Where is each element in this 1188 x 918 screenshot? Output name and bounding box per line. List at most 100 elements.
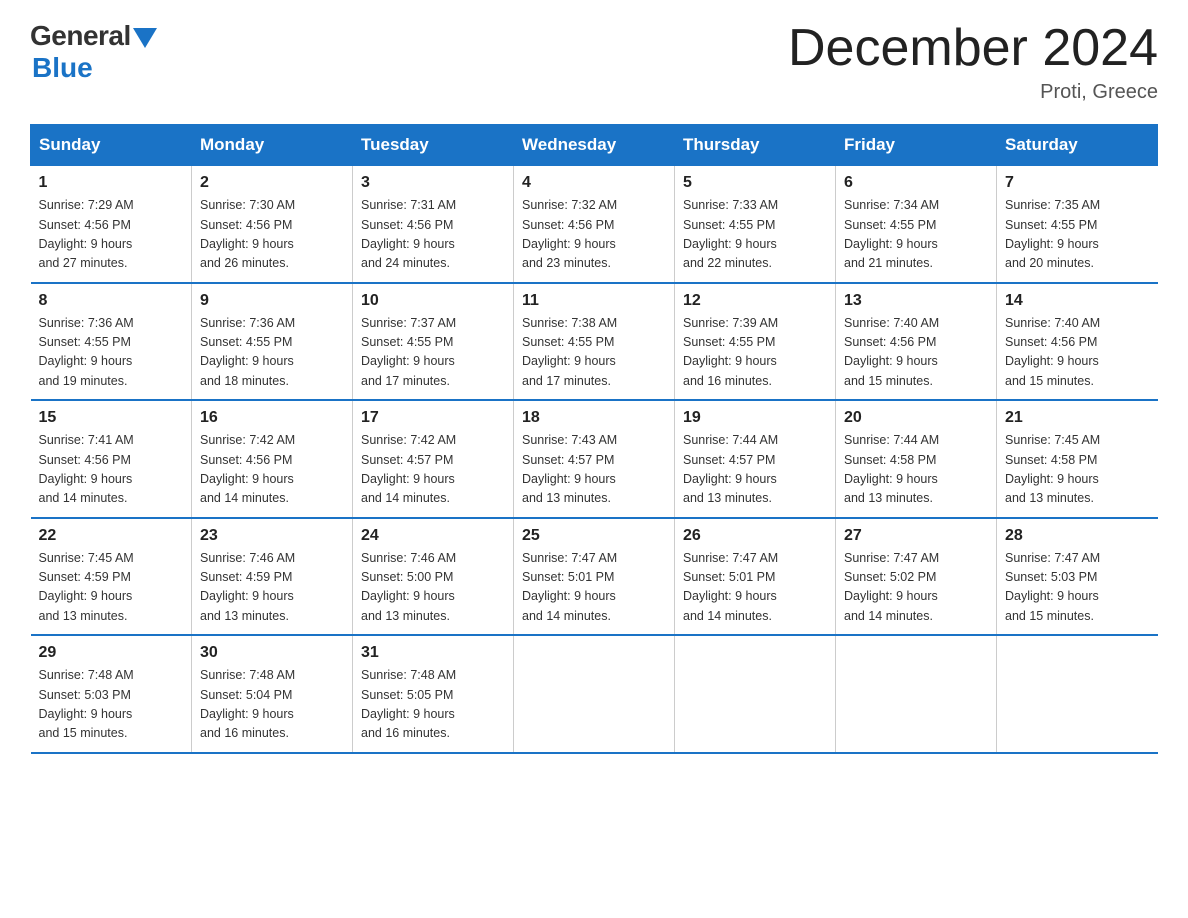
day-info: Sunrise: 7:38 AM Sunset: 4:55 PM Dayligh…	[522, 314, 666, 392]
calendar-cell: 7 Sunrise: 7:35 AM Sunset: 4:55 PM Dayli…	[997, 166, 1158, 283]
day-number: 25	[522, 527, 666, 545]
day-number: 1	[39, 174, 184, 192]
calendar-cell	[997, 635, 1158, 753]
calendar-cell: 6 Sunrise: 7:34 AM Sunset: 4:55 PM Dayli…	[836, 166, 997, 283]
calendar-cell: 12 Sunrise: 7:39 AM Sunset: 4:55 PM Dayl…	[675, 283, 836, 401]
day-info: Sunrise: 7:47 AM Sunset: 5:03 PM Dayligh…	[1005, 549, 1150, 627]
day-number: 20	[844, 409, 988, 427]
day-number: 28	[1005, 527, 1150, 545]
day-info: Sunrise: 7:39 AM Sunset: 4:55 PM Dayligh…	[683, 314, 827, 392]
day-info: Sunrise: 7:32 AM Sunset: 4:56 PM Dayligh…	[522, 196, 666, 274]
calendar-table: SundayMondayTuesdayWednesdayThursdayFrid…	[30, 124, 1158, 754]
day-number: 18	[522, 409, 666, 427]
day-info: Sunrise: 7:30 AM Sunset: 4:56 PM Dayligh…	[200, 196, 344, 274]
logo-triangle-icon	[133, 28, 157, 48]
title-section: December 2024 Proti, Greece	[788, 20, 1158, 104]
header-sunday: Sunday	[31, 125, 192, 166]
day-info: Sunrise: 7:46 AM Sunset: 5:00 PM Dayligh…	[361, 549, 505, 627]
week-row-2: 8 Sunrise: 7:36 AM Sunset: 4:55 PM Dayli…	[31, 283, 1158, 401]
day-number: 13	[844, 292, 988, 310]
calendar-cell: 29 Sunrise: 7:48 AM Sunset: 5:03 PM Dayl…	[31, 635, 192, 753]
day-info: Sunrise: 7:31 AM Sunset: 4:56 PM Dayligh…	[361, 196, 505, 274]
day-info: Sunrise: 7:37 AM Sunset: 4:55 PM Dayligh…	[361, 314, 505, 392]
calendar-cell: 19 Sunrise: 7:44 AM Sunset: 4:57 PM Dayl…	[675, 400, 836, 518]
calendar-cell: 17 Sunrise: 7:42 AM Sunset: 4:57 PM Dayl…	[353, 400, 514, 518]
header-tuesday: Tuesday	[353, 125, 514, 166]
day-number: 8	[39, 292, 184, 310]
calendar-cell: 8 Sunrise: 7:36 AM Sunset: 4:55 PM Dayli…	[31, 283, 192, 401]
day-number: 2	[200, 174, 344, 192]
day-number: 17	[361, 409, 505, 427]
day-info: Sunrise: 7:44 AM Sunset: 4:58 PM Dayligh…	[844, 431, 988, 509]
day-number: 5	[683, 174, 827, 192]
calendar-cell: 2 Sunrise: 7:30 AM Sunset: 4:56 PM Dayli…	[192, 166, 353, 283]
day-info: Sunrise: 7:35 AM Sunset: 4:55 PM Dayligh…	[1005, 196, 1150, 274]
day-number: 30	[200, 644, 344, 662]
calendar-cell: 16 Sunrise: 7:42 AM Sunset: 4:56 PM Dayl…	[192, 400, 353, 518]
day-info: Sunrise: 7:48 AM Sunset: 5:05 PM Dayligh…	[361, 666, 505, 744]
calendar-cell	[675, 635, 836, 753]
header-friday: Friday	[836, 125, 997, 166]
location: Proti, Greece	[788, 81, 1158, 104]
day-info: Sunrise: 7:42 AM Sunset: 4:56 PM Dayligh…	[200, 431, 344, 509]
day-number: 14	[1005, 292, 1150, 310]
calendar-cell: 10 Sunrise: 7:37 AM Sunset: 4:55 PM Dayl…	[353, 283, 514, 401]
calendar-cell: 20 Sunrise: 7:44 AM Sunset: 4:58 PM Dayl…	[836, 400, 997, 518]
day-number: 21	[1005, 409, 1150, 427]
calendar-cell: 14 Sunrise: 7:40 AM Sunset: 4:56 PM Dayl…	[997, 283, 1158, 401]
calendar-cell: 26 Sunrise: 7:47 AM Sunset: 5:01 PM Dayl…	[675, 518, 836, 636]
day-info: Sunrise: 7:45 AM Sunset: 4:58 PM Dayligh…	[1005, 431, 1150, 509]
day-info: Sunrise: 7:41 AM Sunset: 4:56 PM Dayligh…	[39, 431, 184, 509]
calendar-cell: 30 Sunrise: 7:48 AM Sunset: 5:04 PM Dayl…	[192, 635, 353, 753]
calendar-cell: 22 Sunrise: 7:45 AM Sunset: 4:59 PM Dayl…	[31, 518, 192, 636]
day-number: 19	[683, 409, 827, 427]
logo-blue-text: Blue	[32, 52, 93, 84]
calendar-cell: 27 Sunrise: 7:47 AM Sunset: 5:02 PM Dayl…	[836, 518, 997, 636]
day-info: Sunrise: 7:29 AM Sunset: 4:56 PM Dayligh…	[39, 196, 184, 274]
calendar-cell: 11 Sunrise: 7:38 AM Sunset: 4:55 PM Dayl…	[514, 283, 675, 401]
calendar-cell: 1 Sunrise: 7:29 AM Sunset: 4:56 PM Dayli…	[31, 166, 192, 283]
calendar-cell: 13 Sunrise: 7:40 AM Sunset: 4:56 PM Dayl…	[836, 283, 997, 401]
day-info: Sunrise: 7:33 AM Sunset: 4:55 PM Dayligh…	[683, 196, 827, 274]
day-number: 27	[844, 527, 988, 545]
calendar-cell: 31 Sunrise: 7:48 AM Sunset: 5:05 PM Dayl…	[353, 635, 514, 753]
calendar-cell: 25 Sunrise: 7:47 AM Sunset: 5:01 PM Dayl…	[514, 518, 675, 636]
calendar-cell: 3 Sunrise: 7:31 AM Sunset: 4:56 PM Dayli…	[353, 166, 514, 283]
logo: General Blue	[30, 20, 157, 84]
header-thursday: Thursday	[675, 125, 836, 166]
day-info: Sunrise: 7:34 AM Sunset: 4:55 PM Dayligh…	[844, 196, 988, 274]
day-info: Sunrise: 7:36 AM Sunset: 4:55 PM Dayligh…	[200, 314, 344, 392]
day-number: 22	[39, 527, 184, 545]
day-number: 3	[361, 174, 505, 192]
week-row-3: 15 Sunrise: 7:41 AM Sunset: 4:56 PM Dayl…	[31, 400, 1158, 518]
week-row-1: 1 Sunrise: 7:29 AM Sunset: 4:56 PM Dayli…	[31, 166, 1158, 283]
day-info: Sunrise: 7:47 AM Sunset: 5:01 PM Dayligh…	[683, 549, 827, 627]
calendar-cell: 18 Sunrise: 7:43 AM Sunset: 4:57 PM Dayl…	[514, 400, 675, 518]
header-wednesday: Wednesday	[514, 125, 675, 166]
logo-general-text: General	[30, 20, 131, 52]
day-number: 26	[683, 527, 827, 545]
calendar-cell	[836, 635, 997, 753]
day-number: 9	[200, 292, 344, 310]
week-row-5: 29 Sunrise: 7:48 AM Sunset: 5:03 PM Dayl…	[31, 635, 1158, 753]
day-number: 15	[39, 409, 184, 427]
calendar-cell: 21 Sunrise: 7:45 AM Sunset: 4:58 PM Dayl…	[997, 400, 1158, 518]
day-number: 16	[200, 409, 344, 427]
header-monday: Monday	[192, 125, 353, 166]
day-info: Sunrise: 7:46 AM Sunset: 4:59 PM Dayligh…	[200, 549, 344, 627]
day-info: Sunrise: 7:42 AM Sunset: 4:57 PM Dayligh…	[361, 431, 505, 509]
day-number: 12	[683, 292, 827, 310]
day-number: 31	[361, 644, 505, 662]
calendar-cell: 4 Sunrise: 7:32 AM Sunset: 4:56 PM Dayli…	[514, 166, 675, 283]
day-info: Sunrise: 7:47 AM Sunset: 5:01 PM Dayligh…	[522, 549, 666, 627]
day-info: Sunrise: 7:47 AM Sunset: 5:02 PM Dayligh…	[844, 549, 988, 627]
calendar-cell	[514, 635, 675, 753]
day-number: 10	[361, 292, 505, 310]
calendar-cell: 9 Sunrise: 7:36 AM Sunset: 4:55 PM Dayli…	[192, 283, 353, 401]
day-number: 24	[361, 527, 505, 545]
day-number: 7	[1005, 174, 1150, 192]
header-saturday: Saturday	[997, 125, 1158, 166]
day-number: 23	[200, 527, 344, 545]
day-info: Sunrise: 7:43 AM Sunset: 4:57 PM Dayligh…	[522, 431, 666, 509]
day-info: Sunrise: 7:40 AM Sunset: 4:56 PM Dayligh…	[844, 314, 988, 392]
